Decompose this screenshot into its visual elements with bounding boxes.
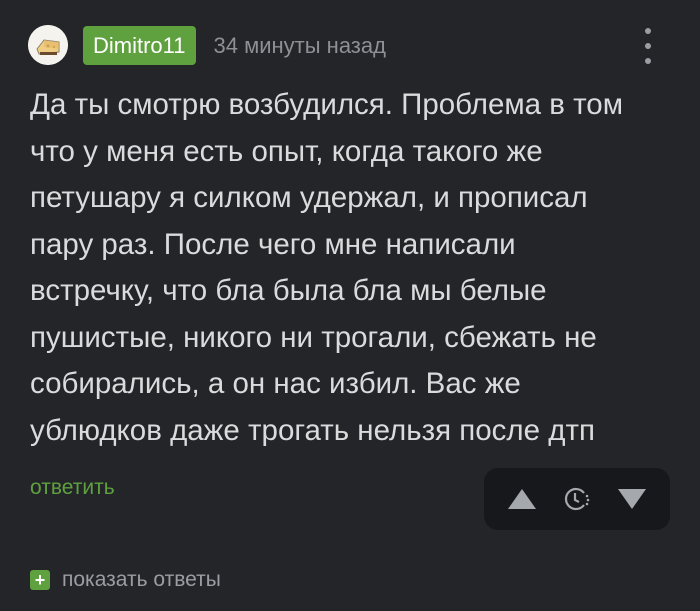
avatar-image-icon — [28, 25, 68, 65]
more-options-button[interactable] — [636, 28, 660, 64]
more-vertical-icon-dot — [645, 43, 651, 49]
triangle-up-icon — [508, 489, 536, 509]
upvote-button[interactable] — [502, 468, 542, 530]
plus-icon: + — [30, 570, 50, 590]
show-replies-button[interactable]: + показать ответы — [30, 568, 221, 592]
clock-icon — [564, 487, 590, 511]
downvote-button[interactable] — [612, 468, 652, 530]
comment-header: Dimitro11 34 минуты назад — [28, 24, 386, 66]
reply-button[interactable]: ответить — [30, 476, 115, 500]
show-replies-label: показать ответы — [62, 568, 221, 591]
comment-card: Dimitro11 34 минуты назад Да ты смотрю в… — [0, 0, 700, 611]
vote-panel — [484, 468, 670, 530]
username-badge[interactable]: Dimitro11 — [83, 25, 196, 65]
more-vertical-icon — [645, 28, 651, 34]
rating-timer[interactable] — [556, 468, 596, 530]
more-vertical-icon-dot — [645, 58, 651, 64]
timestamp: 34 минуты назад — [213, 33, 386, 58]
triangle-down-icon — [618, 489, 646, 509]
comment-text: Да ты смотрю возбудился. Проблема в том … — [30, 88, 623, 447]
avatar[interactable] — [28, 25, 68, 65]
